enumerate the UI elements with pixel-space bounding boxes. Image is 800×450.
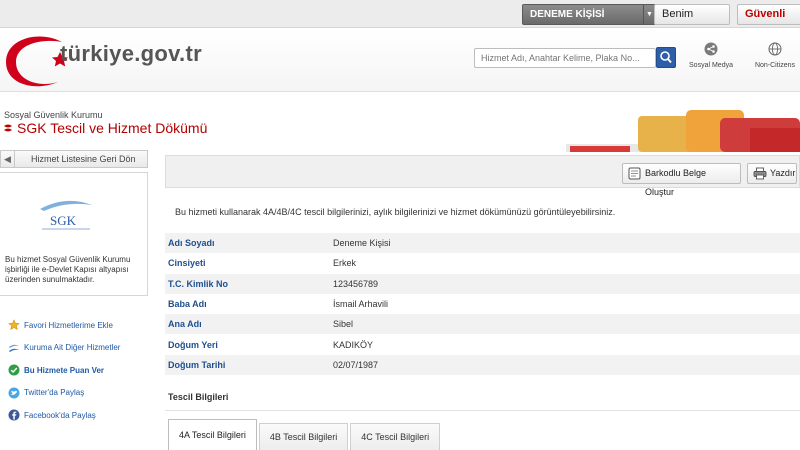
logout-button[interactable]: Güvenli Çıkış: [737, 4, 800, 39]
personal-info-table: Adı Soyadı Deneme Kişisi Cinsiyeti Erkek…: [165, 233, 800, 376]
top-bar: DENEME KİŞİSİ ▼ Benim Sayfam Güvenli Çık…: [0, 0, 800, 39]
section-title: Tescil Bilgileri: [168, 392, 229, 402]
non-citizens-link[interactable]: Non-Citizens: [750, 42, 800, 70]
print-button[interactable]: Yazdır: [747, 163, 797, 184]
info-label: Doğum Tarihi: [168, 359, 226, 370]
sidebar-item-label: Bu Hizmete Puan Ver: [24, 365, 105, 375]
sidebar-item-label: Favori Hizmetlerime Ekle: [24, 320, 113, 330]
table-row: Ana Adı Sibel: [165, 314, 800, 335]
search-box: [474, 48, 656, 68]
sidebar-item-favorite[interactable]: Favori Hizmetlerime Ekle: [8, 314, 148, 337]
info-label: Cinsiyeti: [168, 258, 206, 269]
info-label: Baba Adı: [168, 299, 207, 310]
sidebar-item-label: Twitter'da Paylaş: [24, 388, 85, 398]
table-row: Adı Soyadı Deneme Kişisi: [165, 233, 800, 254]
info-value: Deneme Kişisi: [333, 238, 391, 249]
twitter-icon: [8, 387, 20, 399]
institution-description: Bu hizmet Sosyal Güvenlik Kurumu işbirli…: [5, 255, 131, 284]
table-row: Doğum Yeri KADIKÖY: [165, 334, 800, 354]
printer-icon: [753, 167, 767, 180]
tab-4c-registration[interactable]: 4C Tescil Bilgileri: [350, 423, 441, 450]
sidebar-actions: Favori Hizmetlerime Ekle Kuruma Ait Diğe…: [8, 314, 148, 427]
institution-icon: [9, 344, 19, 352]
info-label: T.C. Kimlik No: [168, 278, 229, 289]
back-label: Hizmet Listesine Geri Dön: [31, 154, 136, 164]
info-value: Sibel: [333, 319, 354, 330]
chevron-left-icon: ◀: [1, 151, 15, 167]
main-panel: Barkodlu Belge Oluştur Yazdır Bu hizmeti…: [165, 155, 800, 450]
search-icon: [660, 51, 672, 64]
create-barcode-document-button[interactable]: Barkodlu Belge Oluştur: [622, 163, 741, 197]
table-row: Cinsiyeti Erkek: [165, 253, 800, 273]
table-row: Doğum Tarihi 02/07/1987: [165, 354, 800, 376]
decorative-banner: [566, 110, 800, 152]
document-icon: [628, 167, 641, 180]
sgk-logo-text: SGK: [50, 213, 77, 228]
sidebar-item-twitter[interactable]: Twitter'da Paylaş: [8, 382, 148, 405]
share-icon: [704, 42, 718, 56]
institution-card: SGK Bu hizmet Sosyal Güvenlik Kurumu işb…: [0, 172, 148, 296]
section-divider: [165, 410, 800, 411]
site-logo-text[interactable]: türkiye.gov.tr: [60, 41, 202, 67]
search-input[interactable]: [475, 49, 655, 67]
sidebar-item-rate[interactable]: Bu Hizmete Puan Ver: [8, 359, 148, 382]
barcode-button-label: Barkodlu Belge Oluştur: [645, 168, 707, 197]
sidebar-item-label: Facebook'da Paylaş: [24, 410, 96, 420]
info-value: İsmail Arhavili: [333, 299, 389, 310]
user-name: DENEME KİŞİSİ: [530, 9, 605, 20]
page-title: SGK Tescil ve Hizmet Dökümü: [17, 120, 208, 136]
registration-tabs: 4A Tescil Bilgileri 4B Tescil Bilgileri …: [168, 419, 442, 450]
tab-4a-registration[interactable]: 4A Tescil Bilgileri: [168, 419, 257, 450]
non-citizens-label: Non-Citizens: [754, 62, 796, 69]
back-to-services-button[interactable]: ◀ Hizmet Listesine Geri Dön: [0, 150, 148, 168]
info-label: Ana Adı: [168, 319, 202, 330]
page-title-row: SGK Tescil ve Hizmet Dökümü: [2, 120, 207, 136]
sidebar-item-other-services[interactable]: Kuruma Ait Diğer Hizmetler: [8, 337, 148, 360]
sgk-logo: SGK: [40, 200, 92, 230]
sgk-small-logo-icon: [4, 124, 12, 132]
social-media-label: Sosyal Medya: [689, 62, 733, 69]
info-value: 123456789: [333, 278, 379, 289]
search-button[interactable]: [656, 47, 676, 68]
social-media-link[interactable]: Sosyal Medya: [686, 42, 736, 70]
site-header: türkiye.gov.tr Sosyal Medya Non-Citizens: [0, 28, 800, 92]
globe-icon: [768, 42, 782, 56]
tab-4b-registration[interactable]: 4B Tescil Bilgileri: [258, 423, 349, 450]
user-menu-dropdown[interactable]: DENEME KİŞİSİ ▼: [522, 4, 656, 25]
info-value: KADIKÖY: [333, 339, 374, 350]
info-value: 02/07/1987: [333, 359, 379, 370]
sidebar-item-label: Kuruma Ait Diğer Hizmetler: [24, 343, 121, 353]
organization-name: Sosyal Güvenlik Kurumu: [4, 110, 103, 120]
service-intro-text: Bu hizmeti kullanarak 4A/4B/4C tescil bi…: [175, 207, 616, 217]
info-label: Doğum Yeri: [168, 339, 218, 350]
my-page-button[interactable]: Benim Sayfam: [654, 4, 730, 39]
info-label: Adı Soyadı: [168, 238, 215, 249]
print-button-label: Yazdır: [770, 168, 796, 178]
star-icon: [8, 319, 20, 331]
action-toolbar: Barkodlu Belge Oluştur Yazdır: [165, 155, 800, 197]
rate-icon: [8, 364, 20, 376]
facebook-icon: [8, 409, 20, 421]
table-row: T.C. Kimlik No 123456789: [165, 273, 800, 294]
sidebar-item-facebook[interactable]: Facebook'da Paylaş: [8, 404, 148, 427]
info-value: Erkek: [333, 258, 357, 269]
table-row: Baba Adı İsmail Arhavili: [165, 294, 800, 314]
